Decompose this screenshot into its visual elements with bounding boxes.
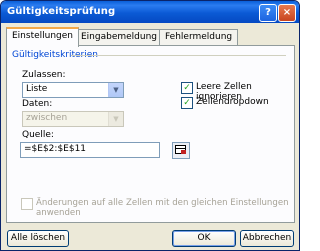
allow-select[interactable]: Liste ▼: [22, 82, 124, 98]
in-cell-dropdown-checkbox[interactable]: ✓: [181, 97, 193, 109]
tab-fehlermeldung[interactable]: Fehlermeldung: [159, 29, 239, 45]
tab-einstellungen[interactable]: Einstellungen: [6, 27, 80, 47]
group-divider: [71, 55, 286, 56]
clear-all-button[interactable]: Alle löschen: [7, 230, 69, 247]
help-button[interactable]: ?: [259, 4, 277, 22]
data-select[interactable]: zwischen ▼: [22, 111, 124, 127]
source-input[interactable]: =$E$2:$E$11: [20, 142, 160, 158]
settings-panel: Gültigkeitskriterien Zulassen: Liste ▼ D…: [6, 45, 295, 223]
apply-all-checkbox[interactable]: [21, 198, 33, 210]
chevron-down-icon[interactable]: ▼: [108, 112, 123, 126]
allow-select-value: Liste: [26, 84, 48, 94]
title-bar[interactable]: Gültigkeitsprüfung ? ×: [1, 1, 299, 23]
ok-button[interactable]: OK: [172, 230, 236, 247]
chevron-down-icon[interactable]: ▼: [108, 83, 123, 97]
source-input-value: =$E$2:$E$11: [24, 144, 87, 154]
range-select-button[interactable]: [172, 142, 190, 159]
cancel-button[interactable]: Abbrechen: [240, 230, 294, 247]
allow-label: Zulassen:: [22, 70, 66, 80]
apply-all-label: Änderungen auf alle Zellen mit den gleic…: [36, 198, 289, 218]
data-label: Daten:: [22, 99, 53, 109]
close-button[interactable]: ×: [278, 4, 296, 22]
dialog-title: Gültigkeitsprüfung: [7, 6, 116, 17]
data-select-value: zwischen: [26, 113, 68, 123]
ignore-blank-checkbox[interactable]: ✓: [181, 82, 193, 94]
dialog-window: Gültigkeitsprüfung ? × Einstellungen Ein…: [0, 0, 300, 251]
range-arrow-icon: [181, 150, 186, 154]
check-icon: ✓: [183, 98, 191, 108]
check-icon: ✓: [183, 83, 191, 93]
in-cell-dropdown-label: Zellendropdown: [196, 97, 269, 107]
tab-eingabemeldung[interactable]: Eingabemeldung: [75, 29, 164, 45]
source-label: Quelle:: [22, 130, 54, 140]
